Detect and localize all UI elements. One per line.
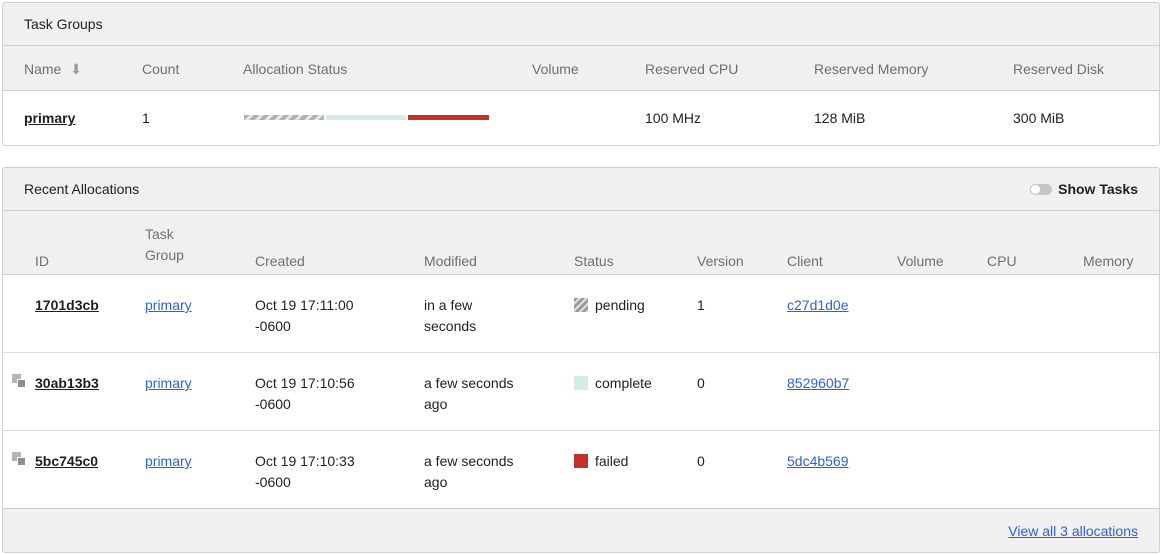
client-link[interactable]: 5dc4b569 xyxy=(787,451,849,472)
allocation-id-link[interactable]: 5bc745c0 xyxy=(35,451,98,472)
pending-status-icon xyxy=(574,298,588,312)
recent-allocations-header: Recent Allocations Show Tasks xyxy=(3,168,1159,211)
status-label: complete xyxy=(595,375,652,391)
failed-status-icon xyxy=(574,454,588,468)
allocations-table-header: ID Task Group Created Modified Status Ve… xyxy=(3,211,1159,275)
column-created-header[interactable]: Created xyxy=(255,253,305,269)
allocation-bar-failed-segment[interactable] xyxy=(408,115,489,120)
task-groups-title: Task Groups xyxy=(24,16,103,32)
task-group-reserved-disk: 300 MiB xyxy=(1013,110,1065,126)
toggle-knob xyxy=(1031,184,1041,194)
allocation-bar-pending-segment[interactable] xyxy=(244,115,324,120)
show-tasks-label: Show Tasks xyxy=(1058,181,1138,197)
column-memory-header: Memory xyxy=(1083,253,1134,269)
created-date: Oct 19 17:10:56 xyxy=(255,375,355,391)
status-badge: failed xyxy=(574,451,628,472)
allocation-bar-complete-segment[interactable] xyxy=(326,115,406,120)
created-tz: -0600 xyxy=(255,474,291,490)
created-tz: -0600 xyxy=(255,396,291,412)
column-name-label: Name xyxy=(24,61,62,77)
task-group-reserved-memory: 128 MiB xyxy=(814,110,866,126)
allocation-modified: in a few seconds xyxy=(424,295,476,337)
status-label: failed xyxy=(595,453,629,469)
allocation-id-link[interactable]: 1701d3cb xyxy=(35,295,99,316)
column-count-header[interactable]: Count xyxy=(142,61,179,77)
show-tasks-toggle[interactable]: Show Tasks xyxy=(1030,181,1138,197)
task-group-reserved-cpu: 100 MHz xyxy=(645,110,702,126)
recent-allocations-title: Recent Allocations xyxy=(24,181,140,197)
column-name-header[interactable]: Name ⬇ xyxy=(24,61,82,78)
column-modified-header[interactable]: Modified xyxy=(424,253,477,269)
created-date: Oct 19 17:10:33 xyxy=(255,453,355,469)
toggle-switch[interactable] xyxy=(1030,183,1053,195)
table-row[interactable]: 30ab13b3 primary Oct 19 17:10:56 -0600 a… xyxy=(3,353,1159,431)
column-client-header[interactable]: Client xyxy=(787,253,823,269)
column-version-header[interactable]: Version xyxy=(697,253,744,269)
rescheduled-icon xyxy=(12,452,30,468)
task-group-name-link[interactable]: primary xyxy=(24,110,75,126)
task-groups-header: Task Groups xyxy=(3,3,1159,46)
table-row[interactable]: 1701d3cb primary Oct 19 17:11:00 -0600 i… xyxy=(3,275,1159,353)
allocation-version: 0 xyxy=(697,453,705,469)
column-volume-header: Volume xyxy=(532,61,579,77)
column-status-header[interactable]: Status xyxy=(574,253,614,269)
modified-line1: a few seconds xyxy=(424,375,514,391)
allocation-status-bar[interactable] xyxy=(244,115,491,120)
column-volume-header: Volume xyxy=(897,253,944,269)
column-reserved-cpu-header[interactable]: Reserved CPU xyxy=(645,61,738,77)
column-allocation-status-header: Allocation Status xyxy=(243,61,348,77)
status-badge: complete xyxy=(574,373,652,394)
column-task-group-line2: Group xyxy=(145,247,184,263)
table-row[interactable]: 5bc745c0 primary Oct 19 17:10:33 -0600 a… xyxy=(3,431,1159,509)
task-group-link[interactable]: primary xyxy=(145,295,192,316)
allocation-created: Oct 19 17:10:33 -0600 xyxy=(255,451,355,493)
recent-allocations-panel: Recent Allocations Show Tasks ID Task Gr… xyxy=(2,167,1160,553)
status-badge: pending xyxy=(574,295,645,316)
task-group-link[interactable]: primary xyxy=(145,373,192,394)
allocation-version: 1 xyxy=(697,297,705,313)
view-all-allocations-link[interactable]: View all 3 allocations xyxy=(1008,523,1138,539)
rescheduled-icon xyxy=(12,374,30,390)
table-row[interactable]: primary 1 100 MHz 128 MiB 300 MiB xyxy=(3,91,1159,145)
allocation-version: 0 xyxy=(697,375,705,391)
modified-line1: a few seconds xyxy=(424,453,514,469)
task-group-link[interactable]: primary xyxy=(145,451,192,472)
allocation-id-link[interactable]: 30ab13b3 xyxy=(35,373,99,394)
task-group-count: 1 xyxy=(142,110,150,126)
column-cpu-header: CPU xyxy=(987,253,1017,269)
column-task-group-header[interactable]: Task Group xyxy=(145,224,184,266)
client-link[interactable]: 852960b7 xyxy=(787,373,849,394)
column-id-header[interactable]: ID xyxy=(35,253,49,269)
task-groups-table-header: Name ⬇ Count Allocation Status Volume Re… xyxy=(3,46,1159,91)
arrow-down-icon: ⬇ xyxy=(70,61,82,77)
modified-line1: in a few xyxy=(424,297,473,313)
complete-status-icon xyxy=(574,376,588,390)
allocation-created: Oct 19 17:10:56 -0600 xyxy=(255,373,355,415)
column-task-group-line1: Task xyxy=(145,226,174,242)
allocations-footer: View all 3 allocations xyxy=(3,508,1159,552)
created-tz: -0600 xyxy=(255,318,291,334)
modified-line2: seconds xyxy=(424,318,477,334)
status-label: pending xyxy=(595,297,645,313)
modified-line2: ago xyxy=(424,474,448,490)
client-link[interactable]: c27d1d0e xyxy=(787,295,849,316)
allocation-created: Oct 19 17:11:00 -0600 xyxy=(255,295,354,337)
column-reserved-disk-header[interactable]: Reserved Disk xyxy=(1013,61,1104,77)
allocation-modified: a few seconds ago xyxy=(424,451,514,493)
task-groups-panel: Task Groups Name ⬇ Count Allocation Stat… xyxy=(2,2,1160,146)
created-date: Oct 19 17:11:00 xyxy=(255,297,354,313)
modified-line2: ago xyxy=(424,396,448,412)
column-reserved-memory-header[interactable]: Reserved Memory xyxy=(814,61,928,77)
allocation-modified: a few seconds ago xyxy=(424,373,514,415)
